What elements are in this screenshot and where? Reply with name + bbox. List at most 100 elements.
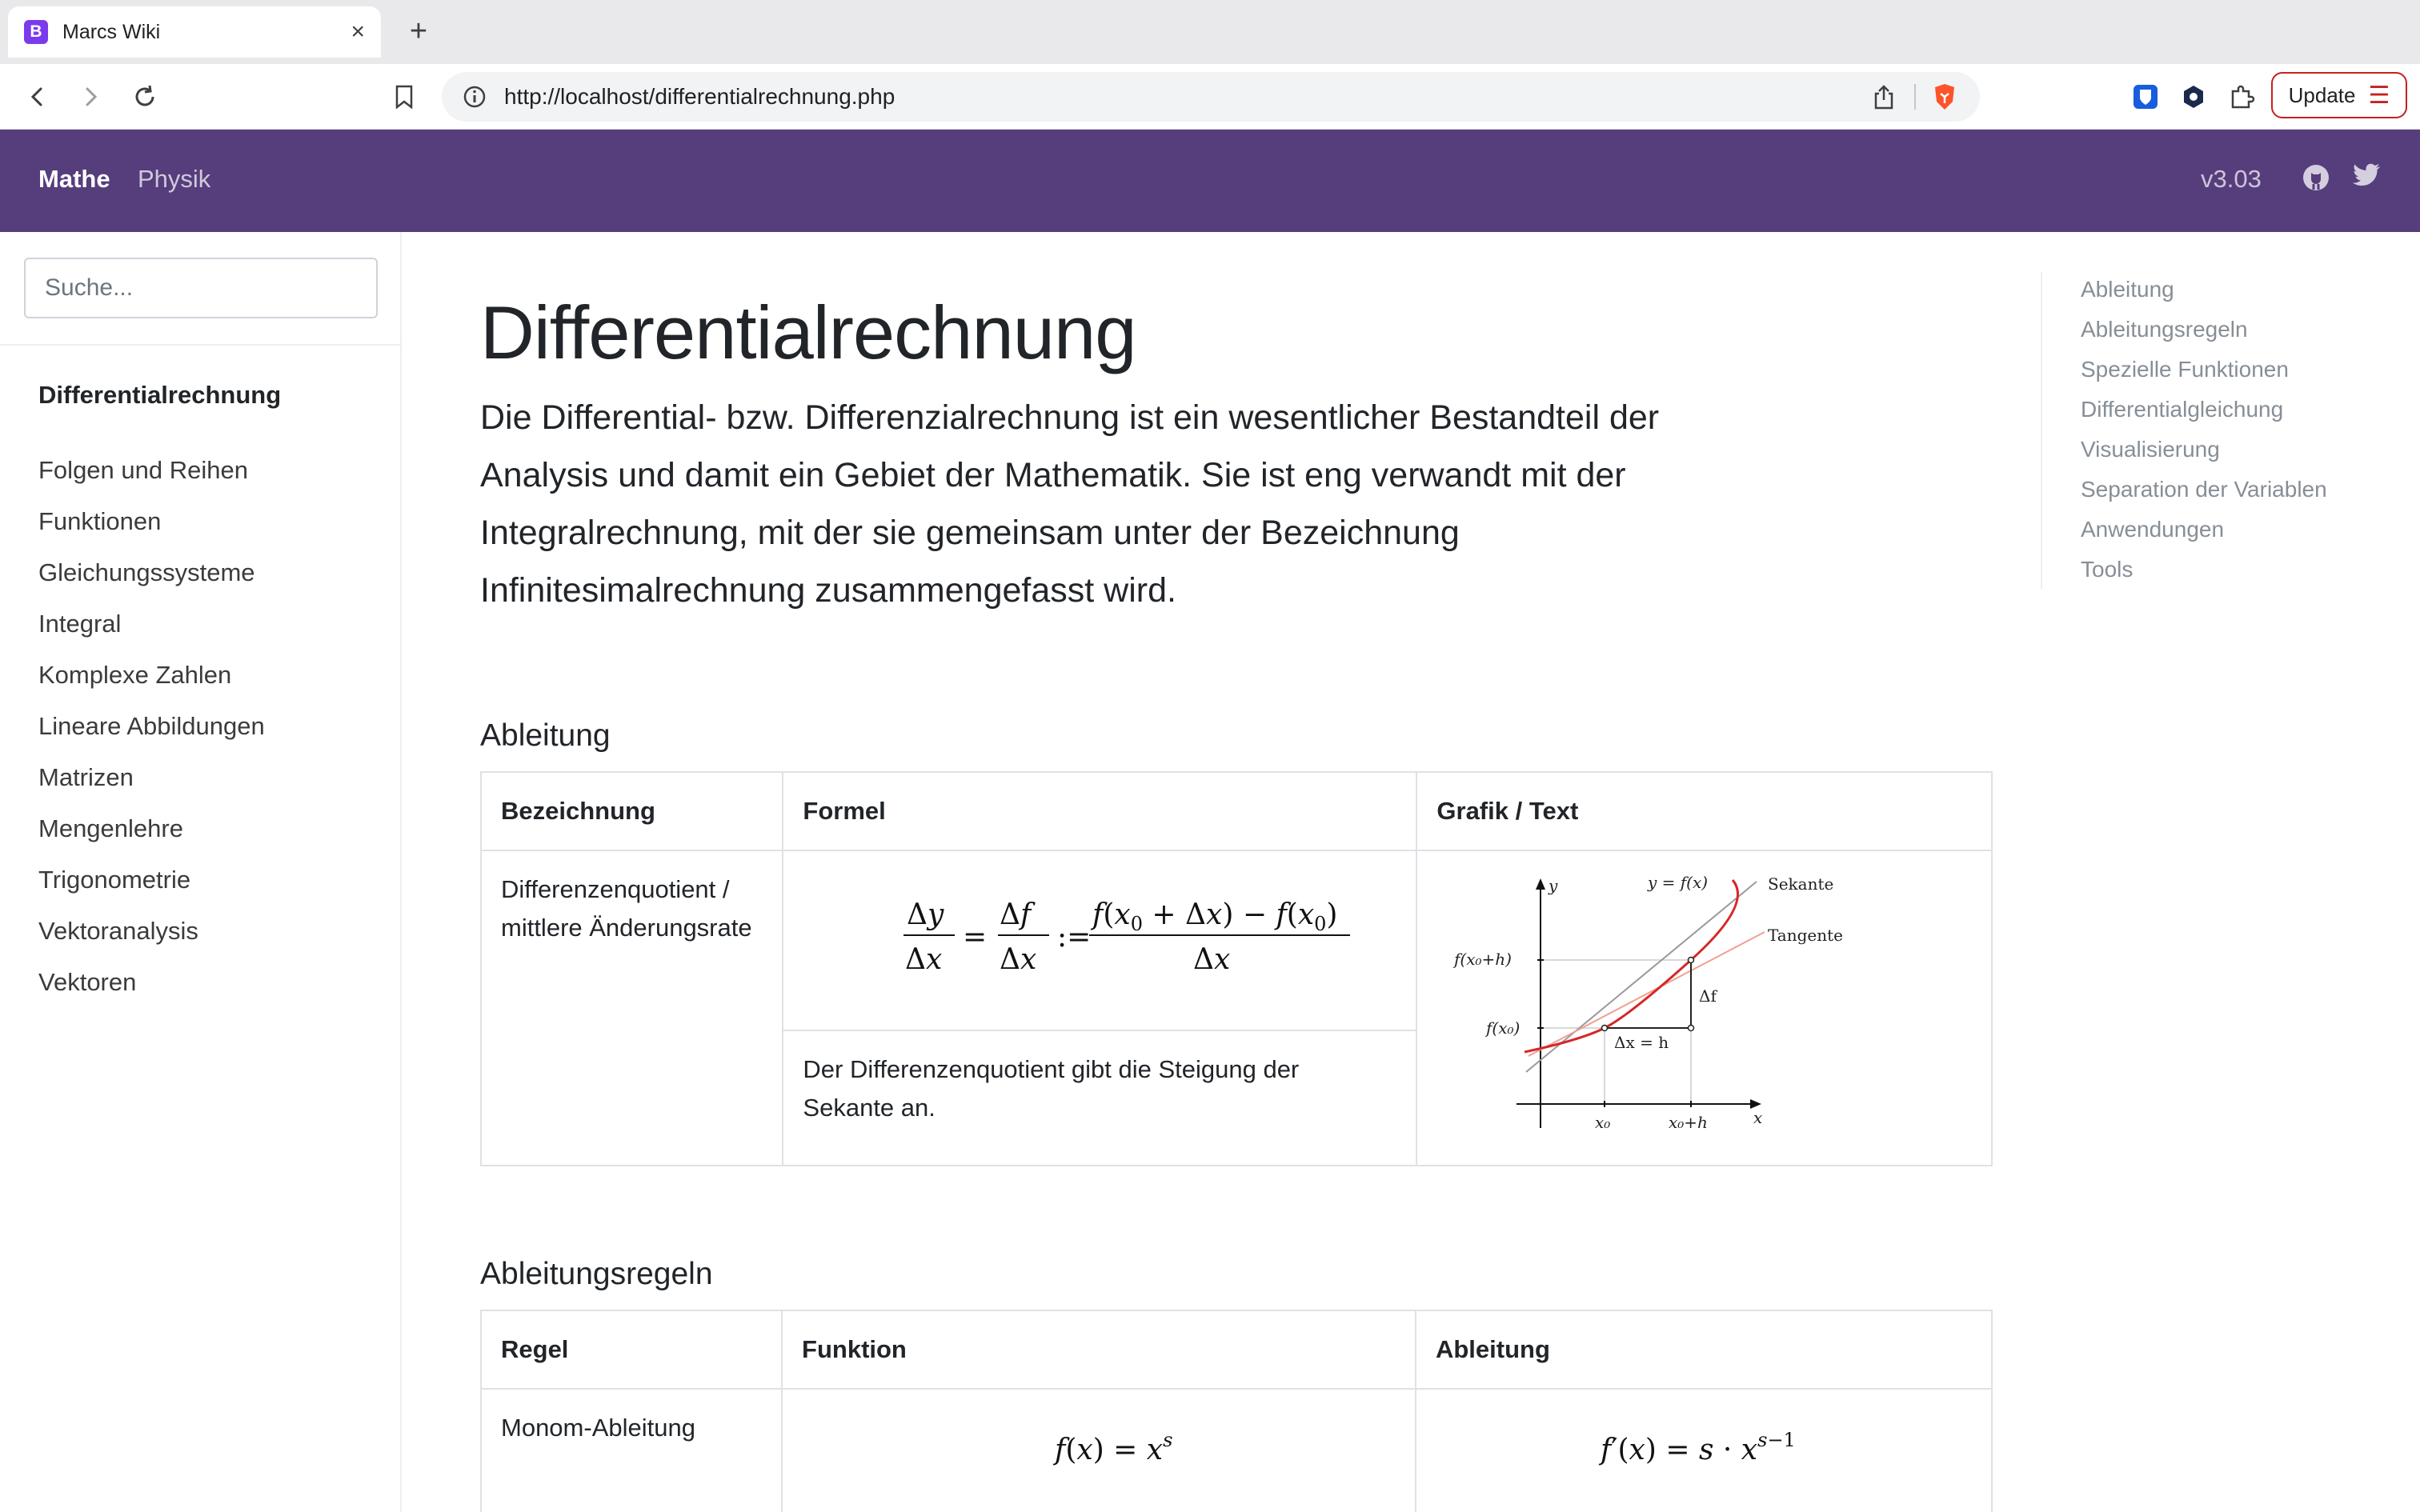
toc-item-ableitung[interactable]: Ableitung — [2081, 272, 2327, 312]
svg-text:f′(x) = s · xs−1: f′(x) = s · xs−1 — [1598, 1429, 1796, 1466]
delta-f-label: Δf — [1699, 986, 1717, 1006]
browser-tab-bar: B Marcs Wiki × + — [0, 0, 2420, 64]
svg-text::=: := — [1057, 921, 1091, 954]
sidebar-item[interactable]: Integral — [38, 610, 265, 661]
site-info-icon[interactable] — [463, 85, 487, 109]
curve-label: y = f(x) — [1647, 873, 1708, 892]
table-cell-name: Monom-Ableitung — [479, 1388, 783, 1512]
table-header: Funktion — [781, 1310, 1416, 1390]
section-heading-ableitung: Ableitung — [480, 718, 611, 753]
back-arrow-icon — [30, 87, 42, 106]
bitwarden-icon — [2134, 85, 2158, 109]
toc-item-tools[interactable]: Tools — [2081, 552, 2327, 592]
sidebar: Differentialrechnung Folgen und Reihen F… — [0, 232, 402, 1512]
section-heading-ableitungsregeln: Ableitungsregeln — [480, 1257, 713, 1291]
toc-item-visualisierung[interactable]: Visualisierung — [2081, 432, 2327, 472]
x0-label: x₀ — [1595, 1113, 1610, 1132]
new-tab-button[interactable]: + — [400, 13, 437, 50]
bookmark-button[interactable] — [384, 77, 424, 117]
version-label: v3.03 — [2201, 165, 2262, 193]
share-icon — [1874, 85, 1893, 110]
url-text[interactable]: http://localhost/differentialrechnung.ph… — [504, 84, 1868, 110]
sidebar-item[interactable]: Vektoranalysis — [38, 917, 265, 968]
toc-item-anwendungen[interactable]: Anwendungen — [2081, 512, 2327, 552]
svg-text:f(x) = xs: f(x) = xs — [1052, 1429, 1172, 1466]
secant-label: Sekante — [1768, 874, 1833, 894]
tangent-label: Tangente — [1768, 926, 1843, 945]
fx-label: f(x₀) — [1484, 1018, 1520, 1038]
table-of-contents: Ableitung Ableitungsregeln Spezielle Fun… — [2041, 272, 2327, 589]
table-cell-text: Der Differenzenquotient gibt die Steigun… — [782, 1029, 1418, 1167]
share-button[interactable] — [1868, 81, 1900, 113]
sidebar-item[interactable]: Trigonometrie — [38, 866, 265, 917]
sidebar-item[interactable]: Matrizen — [38, 763, 265, 814]
search-input[interactable] — [24, 258, 378, 318]
sidebar-item[interactable]: Lineare Abbildungen — [38, 712, 265, 763]
reload-icon — [135, 85, 154, 106]
hexagon-extension-button[interactable] — [2177, 80, 2210, 114]
table-header: Regel — [479, 1310, 783, 1390]
sidebar-item[interactable]: Komplexe Zahlen — [38, 661, 265, 712]
ableitungsregeln-table: Regel Funktion Ableitung Monom-Ableitung… — [479, 1310, 1993, 1512]
brave-favicon-icon: B — [24, 20, 48, 44]
svg-text:Δf: Δf — [1000, 898, 1036, 931]
svg-text:Δy: Δy — [907, 898, 944, 931]
forward-arrow-icon — [86, 87, 98, 106]
update-button[interactable]: Update ☰ — [2271, 72, 2407, 118]
back-button[interactable] — [18, 77, 58, 117]
monom-function-formula: f(x) = xs — [1052, 1429, 1172, 1466]
toc-item-differentialgleichung[interactable]: Differentialgleichung — [2081, 392, 2327, 432]
hexagon-extension-icon — [2184, 86, 2203, 108]
bookmark-icon — [395, 85, 413, 109]
sidebar-item[interactable]: Folgen und Reihen — [38, 456, 265, 507]
sidebar-item[interactable]: Funktionen — [38, 507, 265, 558]
table-header: Grafik / Text — [1416, 771, 1993, 851]
sidebar-list: Folgen und Reihen Funktionen Gleichungss… — [38, 456, 265, 1019]
nav-link-physik[interactable]: Physik — [138, 165, 210, 194]
svg-text:f(x0 + Δx) − f(x0): f(x0 + Δx) − f(x0) — [1090, 898, 1337, 935]
sidebar-item[interactable]: Gleichungssysteme — [38, 558, 265, 610]
fxh-label: f(x₀+h) — [1452, 950, 1512, 969]
toc-item-separation[interactable]: Separation der Variablen — [2081, 472, 2327, 512]
brave-shields-button[interactable] — [1930, 81, 1959, 113]
bitwarden-extension-button[interactable] — [2129, 80, 2162, 114]
toc-item-spezielle-funktionen[interactable]: Spezielle Funktionen — [2081, 352, 2327, 392]
toc-item-ableitungsregeln[interactable]: Ableitungsregeln — [2081, 312, 2327, 352]
sidebar-item[interactable]: Mengenlehre — [38, 814, 265, 866]
update-label: Update — [2288, 82, 2356, 107]
forward-button[interactable] — [70, 77, 110, 117]
browser-tab[interactable]: B Marcs Wiki × — [8, 6, 381, 58]
axis-label-x: x — [1753, 1108, 1762, 1127]
table-header: Formel — [782, 771, 1418, 851]
svg-text:Δx: Δx — [1193, 943, 1230, 976]
monom-derivative-formula: f′(x) = s · xs−1 — [1598, 1429, 1796, 1466]
formula-monom-derivative: f′(x) = s · xs−1 — [1414, 1388, 1993, 1512]
lead-paragraph: Die Differential- bzw. Differenzialrechn… — [480, 398, 1660, 610]
github-icon[interactable] — [2302, 163, 2332, 194]
svg-text:Δx: Δx — [905, 943, 942, 976]
formula-difference-quotient: Δy Δx = Δf Δx := f(x0 + Δx) − f(x0) Δx — [782, 850, 1418, 1031]
address-bar[interactable]: http://localhost/differentialrechnung.ph… — [442, 72, 1980, 122]
reload-button[interactable] — [125, 77, 165, 117]
brave-lion-icon — [1935, 84, 1954, 110]
delta-x-label: Δx = h — [1614, 1033, 1669, 1052]
svg-text:Δx: Δx — [1000, 943, 1036, 976]
table-cell-name: Differenzenquotient / mittlere Änderungs… — [479, 850, 784, 1166]
extensions-button[interactable] — [2225, 80, 2258, 114]
secant-tangent-graph: y x y = f(x) Sekante Tangente f(x₀+h) f(… — [1452, 873, 1843, 1132]
x0h-label: x₀+h — [1669, 1113, 1708, 1132]
tab-title: Marcs Wiki — [62, 20, 161, 43]
sidebar-item[interactable]: Vektoren — [38, 968, 265, 1019]
difference-quotient-formula: Δy Δx = Δf Δx := f(x0 + Δx) − f(x0) Δx — [903, 898, 1351, 976]
formula-monom-function: f(x) = xs — [781, 1388, 1416, 1512]
table-header: Bezeichnung — [479, 771, 784, 851]
close-tab-icon[interactable]: × — [351, 18, 365, 46]
ableitung-table: Bezeichnung Formel Grafik / Text Differe… — [479, 771, 1993, 1167]
search-section — [0, 232, 400, 346]
nav-link-mathe[interactable]: Mathe — [38, 165, 110, 194]
hamburger-menu-icon: ☰ — [2368, 82, 2390, 109]
twitter-icon[interactable] — [2353, 163, 2383, 194]
page-title: Differentialrechnung — [480, 290, 1137, 374]
figure-cell: y x y = f(x) Sekante Tangente f(x₀+h) f(… — [1416, 850, 1993, 1166]
sidebar-item-active[interactable]: Differentialrechnung — [38, 381, 281, 410]
